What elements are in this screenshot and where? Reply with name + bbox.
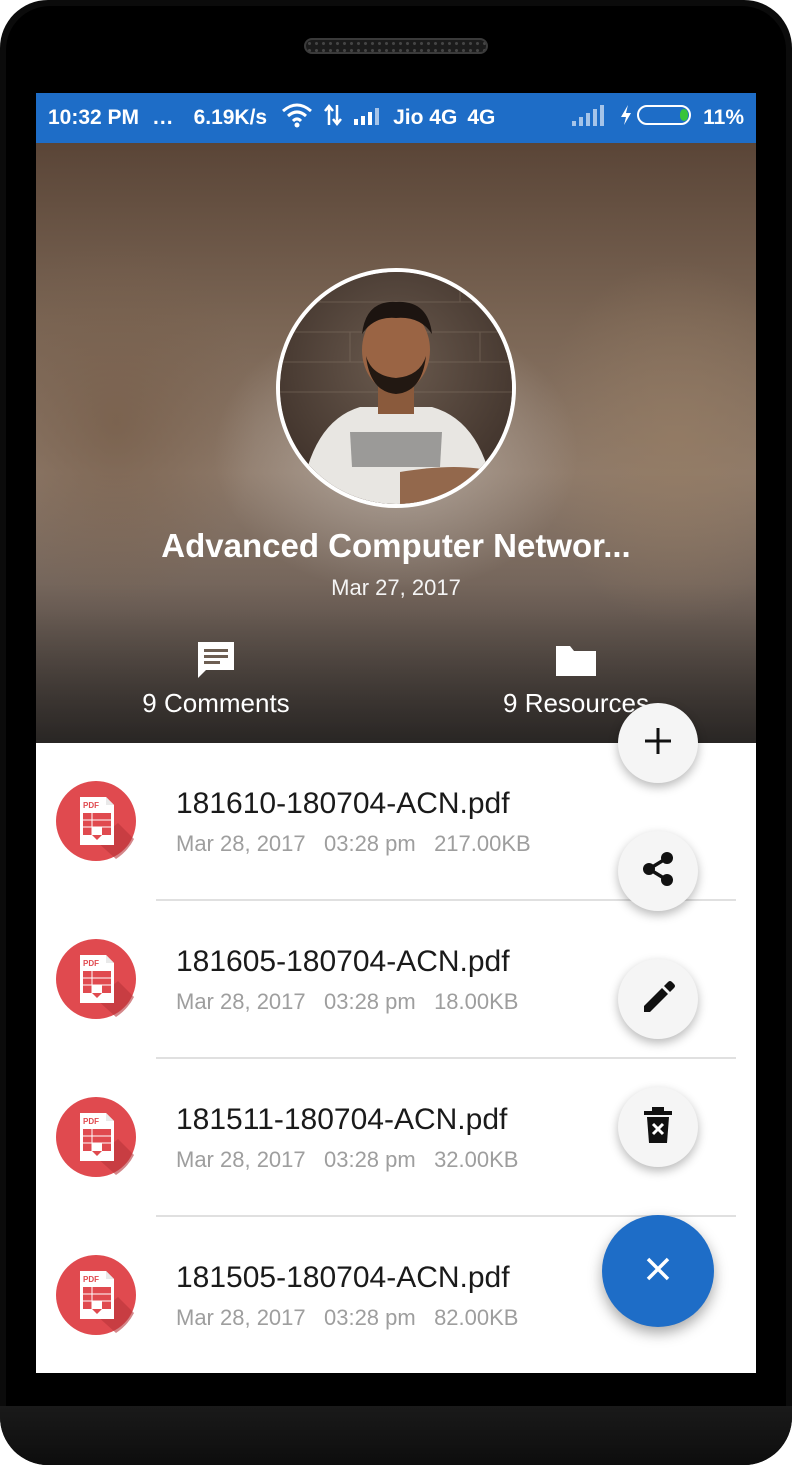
profile-header: Advanced Computer Networ... Mar 27, 2017…	[36, 143, 756, 743]
battery-percent: 11%	[703, 106, 744, 129]
pdf-label: PDF	[83, 1275, 99, 1284]
page-date: Mar 27, 2017	[331, 575, 461, 600]
wifi-icon	[281, 102, 313, 134]
file-name: 181511-180704-ACN.pdf	[176, 1103, 508, 1136]
screen: 10:32 PM ... 6.19K/s Jio 4G 4G 11% Advan…	[36, 93, 756, 1373]
page-title: Advanced Computer Networ...	[161, 527, 631, 564]
close-fab-button[interactable]	[602, 1215, 714, 1327]
pdf-file-icon: PDF	[56, 939, 136, 1019]
avatar[interactable]	[276, 268, 516, 508]
status-bar: 10:32 PM ... 6.19K/s Jio 4G 4G 11%	[36, 93, 756, 143]
pdf-label: PDF	[83, 959, 99, 968]
file-name: 181505-180704-ACN.pdf	[176, 1261, 510, 1294]
file-meta: Mar 28, 2017 03:28 pm 82.00KB	[176, 1305, 518, 1331]
pdf-file-icon: PDF	[56, 1097, 136, 1177]
file-size: 82.00KB	[434, 1305, 519, 1330]
file-time: 03:28 pm	[323, 989, 416, 1014]
phone-frame: 10:32 PM ... 6.19K/s Jio 4G 4G 11% Advan…	[0, 0, 792, 1465]
pdf-label: PDF	[83, 1117, 99, 1126]
file-name: 181610-180704-ACN.pdf	[176, 787, 510, 820]
status-time: 10:32 PM	[48, 106, 140, 129]
share-button[interactable]	[618, 831, 698, 911]
pdf-file-icon: PDF	[56, 781, 136, 861]
file-size: 32.00KB	[434, 1147, 519, 1172]
edit-icon	[639, 978, 677, 1021]
file-size: 217.00KB	[434, 831, 531, 856]
edit-button[interactable]	[618, 959, 698, 1039]
battery-icon	[637, 104, 693, 132]
file-date: Mar 28, 2017	[176, 1305, 306, 1330]
close-icon	[644, 1255, 672, 1288]
file-time: 03:28 pm	[323, 1305, 416, 1330]
bottom-bezel	[0, 1406, 792, 1465]
signal-icon-2	[571, 104, 605, 132]
charging-icon	[619, 104, 633, 132]
file-time: 03:28 pm	[323, 831, 416, 856]
status-speed: 6.19K/s	[193, 106, 268, 129]
resources-stat[interactable]: 9 Resources	[426, 638, 726, 719]
folder-icon	[426, 638, 726, 682]
resources-label: 9 Resources	[503, 688, 649, 718]
add-button[interactable]	[618, 703, 698, 783]
file-date: Mar 28, 2017	[176, 831, 306, 856]
comment-icon	[66, 638, 366, 682]
comments-label: 9 Comments	[142, 688, 290, 718]
file-size: 18.00KB	[434, 989, 519, 1014]
speaker-grille	[304, 38, 488, 54]
plus-icon	[643, 726, 673, 761]
file-meta: Mar 28, 2017 03:28 pm 32.00KB	[176, 1147, 518, 1173]
file-date: Mar 28, 2017	[176, 1147, 306, 1172]
pdf-label: PDF	[83, 801, 99, 810]
status-carrier: Jio 4G	[393, 106, 458, 129]
status-dots: ...	[153, 106, 174, 129]
comments-stat[interactable]: 9 Comments	[66, 638, 366, 719]
file-date: Mar 28, 2017	[176, 989, 306, 1014]
status-right: 11%	[571, 104, 744, 132]
file-meta: Mar 28, 2017 03:28 pm 217.00KB	[176, 831, 531, 857]
pdf-file-icon: PDF	[56, 1255, 136, 1335]
file-name: 181605-180704-ACN.pdf	[176, 945, 510, 978]
status-network-type: 4G	[467, 106, 496, 129]
delete-button[interactable]	[618, 1087, 698, 1167]
file-meta: Mar 28, 2017 03:28 pm 18.00KB	[176, 989, 518, 1015]
delete-icon	[642, 1106, 674, 1149]
share-icon	[638, 849, 678, 894]
data-transfer-icon	[323, 103, 343, 133]
signal-icon	[353, 105, 383, 131]
file-time: 03:28 pm	[323, 1147, 416, 1172]
